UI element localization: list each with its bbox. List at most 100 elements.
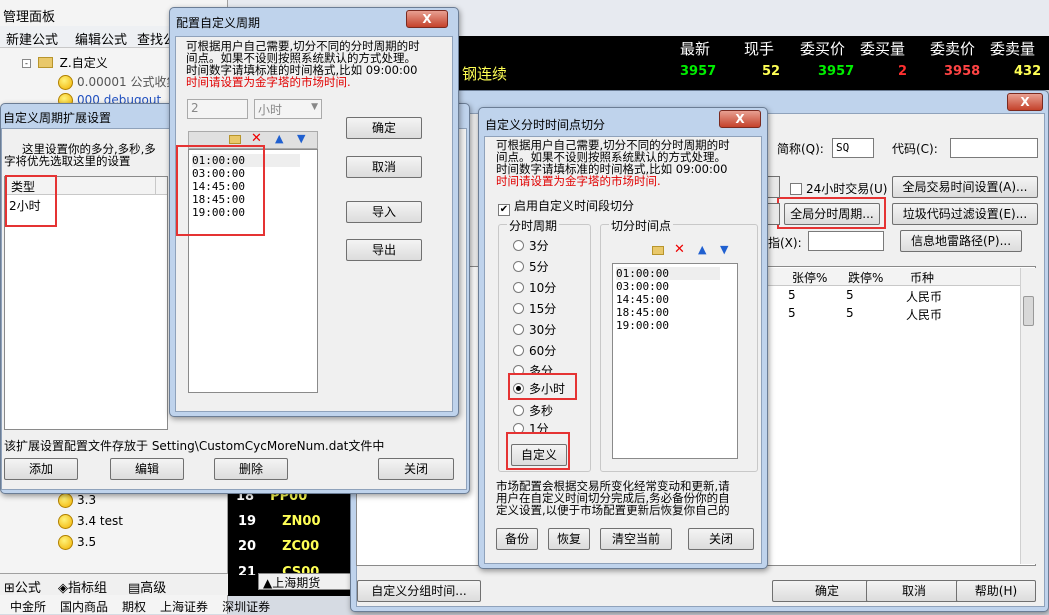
market-time-warning: 时间请设置为金字塔的市场时间.	[496, 174, 661, 188]
time-item[interactable]: 18:45:00	[616, 306, 734, 319]
tab-indicator-group[interactable]: ◈指标组	[58, 577, 107, 596]
period-radio[interactable]: 3分	[513, 237, 549, 254]
column-latest[interactable]: 最新	[680, 38, 710, 59]
market-tab[interactable]: 国内商品	[60, 598, 108, 614]
tab-advanced[interactable]: ▤高级	[128, 577, 166, 596]
market-table-header: 张停% 跌停% 币种	[766, 268, 1020, 286]
column-volume[interactable]: 现手	[744, 38, 774, 59]
import-button[interactable]: 导入	[346, 201, 422, 223]
period-radio[interactable]: 多秒	[513, 402, 553, 419]
period-radio[interactable]: 30分	[513, 321, 556, 338]
index-input[interactable]	[808, 231, 884, 251]
quote-bid-size-value: 2	[898, 64, 908, 79]
market-tab[interactable]: 深圳证券	[222, 598, 270, 614]
arrow-up-icon[interactable]: ▲	[275, 132, 283, 145]
column-bid-price[interactable]: 委买价	[800, 38, 845, 59]
edit-formula-button[interactable]: 编辑公式	[75, 29, 127, 48]
backup-button[interactable]: 备份	[496, 528, 538, 550]
time-item[interactable]: 01:00:00	[616, 267, 720, 280]
edit-button[interactable]: 编辑	[110, 458, 184, 480]
tree-item[interactable]: 0.00001 公式收集	[58, 73, 178, 90]
radio-label: 30分	[529, 323, 557, 337]
delete-icon[interactable]: ✕	[674, 242, 685, 257]
help-button[interactable]: 帮助(H)	[956, 580, 1036, 602]
add-button[interactable]: 添加	[4, 458, 78, 480]
header-limit-up[interactable]: 张停%	[792, 269, 827, 286]
side-button-stub[interactable]	[766, 203, 780, 225]
cell: 5	[846, 306, 854, 320]
delete-button[interactable]: 删除	[214, 458, 288, 480]
enable-split-checkbox[interactable]: ✔ 启用自定义时间段切分	[498, 197, 634, 216]
tree-item[interactable]: 3.4 test	[58, 514, 123, 529]
info-path-button[interactable]: 信息地雷路径(P)...	[900, 230, 1022, 252]
radio-icon	[513, 282, 524, 293]
cycle-count-input[interactable]: 2	[187, 99, 248, 119]
h24-checkbox[interactable]: 24小时交易(U)	[790, 180, 887, 197]
custom-group-time-button[interactable]: 自定义分组时间...	[357, 580, 481, 602]
delete-icon[interactable]: ✕	[251, 131, 262, 146]
column-bid-size[interactable]: 委买量	[860, 38, 905, 59]
tab-formula[interactable]: ⊞公式	[4, 577, 41, 596]
time-item[interactable]: 19:00:00	[616, 319, 734, 332]
close-button[interactable]: 关闭	[378, 458, 454, 480]
export-button[interactable]: 导出	[346, 239, 422, 261]
arrow-up-icon[interactable]: ▲	[698, 243, 706, 256]
folder-icon[interactable]	[229, 135, 241, 144]
radio-label: 1分	[529, 422, 549, 432]
folder-icon[interactable]	[652, 246, 664, 255]
close-button[interactable]: 关闭	[688, 528, 754, 550]
tree-folder[interactable]: - Z.自定义	[22, 54, 108, 71]
close-icon[interactable]: X	[719, 110, 761, 128]
cancel-button[interactable]: 取消	[346, 156, 422, 178]
arrow-down-icon[interactable]: ▼	[297, 132, 305, 145]
ext-footer-note: 该扩展设置配置文件存放于 Setting\CustomCycMoreNum.da…	[4, 439, 385, 453]
clear-current-button[interactable]: 清空当前	[600, 528, 672, 550]
column-ask-price[interactable]: 委卖价	[930, 38, 975, 59]
tree-folder-label: Z.自定义	[59, 56, 108, 70]
radio-label: 15分	[529, 302, 557, 316]
market-tab[interactable]: 中金所	[10, 598, 46, 614]
period-radio[interactable]: 5分	[513, 258, 549, 275]
market-tab[interactable]: 上海证券	[160, 598, 208, 614]
radio-icon	[513, 345, 524, 356]
ok-button[interactable]: 确定	[346, 117, 422, 139]
left-panel-title: 管理面板	[3, 10, 56, 25]
cycle-unit-select[interactable]: 小时 ▼	[254, 99, 322, 119]
period-radio[interactable]: 1分	[513, 420, 549, 432]
time-item[interactable]: 03:00:00	[616, 280, 734, 293]
short-name-input[interactable]: SQ	[832, 138, 874, 158]
header-limit-down[interactable]: 跌停%	[848, 269, 883, 286]
cancel-button[interactable]: 取消	[866, 580, 962, 602]
new-formula-button[interactable]: 新建公式	[6, 29, 58, 48]
period-radio[interactable]: 10分	[513, 279, 556, 296]
column-ask-size[interactable]: 委卖量	[990, 38, 1035, 59]
exchange-tab[interactable]: ▲上海期货	[258, 573, 356, 590]
market-tab[interactable]: 期权	[122, 598, 146, 614]
cell: 人民币	[906, 308, 943, 322]
table-scrollbar[interactable]	[1020, 268, 1036, 564]
global-trading-time-button[interactable]: 全局交易时间设置(A)...	[892, 176, 1038, 198]
period-radio[interactable]: 15分	[513, 300, 556, 317]
quote-list-row[interactable]: 20 ZC00	[238, 539, 319, 554]
side-button-stub[interactable]	[766, 176, 780, 198]
scroll-thumb[interactable]	[1023, 296, 1034, 326]
filter-code-button[interactable]: 垃圾代码过滤设置(E)...	[892, 203, 1038, 225]
period-radio[interactable]: 60分	[513, 342, 556, 359]
close-icon[interactable]: X	[1007, 93, 1043, 111]
dialog-title: 配置自定义周期	[176, 16, 261, 30]
time-item[interactable]: 14:45:00	[616, 293, 734, 306]
split-times-list[interactable]: 01:00:00 03:00:00 14:45:00 18:45:00 19:0…	[612, 263, 738, 459]
checkbox-icon	[790, 183, 802, 195]
split-footer-note: 市场配置会根据交易所变化经常变动和更新,请 用户在自定义时间切分完成后,务必备份…	[496, 480, 764, 516]
quote-list-row[interactable]: 19 ZN00	[238, 514, 321, 529]
header-currency[interactable]: 币种	[910, 269, 934, 286]
tree-item[interactable]: 3.5	[58, 535, 96, 550]
restore-button[interactable]: 恢复	[548, 528, 590, 550]
expand-icon[interactable]: -	[22, 59, 31, 68]
tree-item[interactable]: 3.3	[58, 493, 96, 508]
short-name-label: 简称(Q):	[777, 142, 824, 156]
close-icon[interactable]: X	[406, 10, 448, 28]
arrow-down-icon[interactable]: ▼	[720, 243, 728, 256]
radio-icon	[513, 303, 524, 314]
code-input[interactable]	[950, 138, 1038, 158]
